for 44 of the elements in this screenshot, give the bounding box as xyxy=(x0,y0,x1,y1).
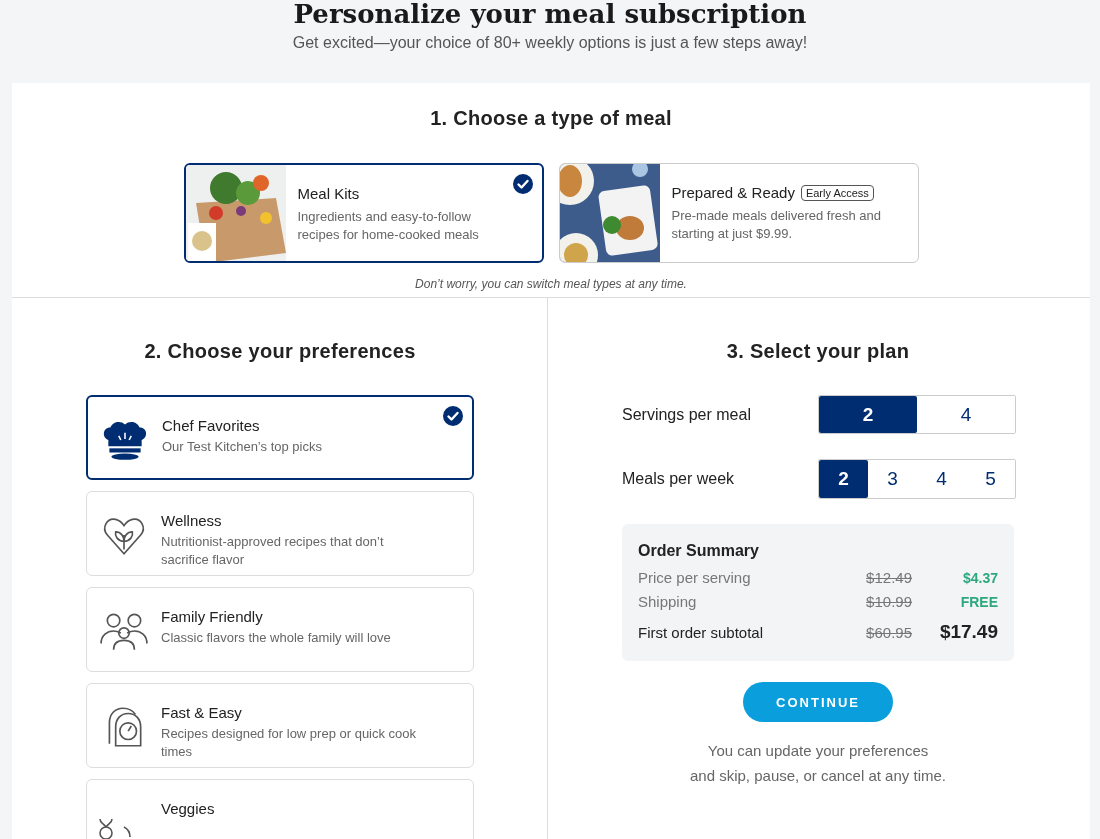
meal-type-name: Meal Kits xyxy=(297,185,360,202)
preference-description: Classic flavors the whole family will love xyxy=(161,629,392,647)
summary-label: Price per serving xyxy=(638,568,752,588)
preference-card[interactable]: Family Friendly Classic flavors the whole family will love xyxy=(86,587,474,672)
preference-name: Wellness xyxy=(161,512,223,529)
preference-description: Nutritionist-approved recipes that don’t sacrifice flavor xyxy=(161,533,385,569)
summary-label: First order subtotal xyxy=(638,623,765,643)
section-title: 1. Choose a type of meal xyxy=(429,107,673,130)
price: $4.37 xyxy=(961,569,998,588)
old-price: $10.99 xyxy=(865,592,912,612)
preference-description: Our Test Kitchen’s top picks xyxy=(162,438,323,456)
page-subtitle: Get excited—your choice of 80+ weekly options is just a few steps away! xyxy=(291,34,809,52)
old-price: $60.95 xyxy=(865,623,912,643)
footnote-line: You can update your preferences xyxy=(706,741,930,761)
preference-name: Family Friendly xyxy=(161,608,264,625)
meal-type-description: Ingredients and easy-to-follow recipes for home-cooked meals xyxy=(297,208,480,244)
switch-note: Don’t worry, you can switch meal types at any time. xyxy=(414,277,688,291)
summary-title: Order Summary xyxy=(638,542,760,560)
meal-type-card[interactable]: Prepared & Ready Early Access Pre-made meals delivered fresh and starting at just $9.99. xyxy=(558,163,919,263)
preference-name: Chef Favorites xyxy=(162,417,261,434)
section-title: 2. Choose your preferences xyxy=(143,340,417,363)
price: FREE xyxy=(959,593,998,612)
meal-type-name: Prepared & Ready xyxy=(671,184,795,201)
price: $17.49 xyxy=(938,620,998,644)
early-access-badge: Early Access xyxy=(800,184,874,201)
meal-type-description: Pre-made meals delivered fresh and starting at just $9.99. xyxy=(671,207,883,243)
preference-card[interactable]: Chef Favorites Our Test Kitchen’s top picks xyxy=(86,395,474,480)
summary-label: Shipping xyxy=(638,592,698,612)
meals-option[interactable]: 2 xyxy=(819,460,868,498)
page-title: Personalize your meal subscription xyxy=(292,0,808,28)
servings-label: Servings per meal xyxy=(622,405,751,424)
preference-name: Veggies xyxy=(161,800,215,817)
preference-card[interactable]: Veggies xyxy=(86,779,474,839)
section-title: 3. Select your plan xyxy=(725,340,911,363)
preference-card[interactable]: Wellness Nutritionist-approved recipes that don’t sacrifice flavor xyxy=(86,491,474,576)
vegetable-icon xyxy=(99,818,132,839)
meals-label: Meals per week xyxy=(622,470,735,488)
footnote-line: and skip, pause, or cancel at any time. xyxy=(689,766,947,786)
servings-option[interactable]: 2 xyxy=(819,396,917,433)
preference-description: Recipes designed for low prep or quick cook times xyxy=(161,725,418,761)
preference-name: Fast & Easy xyxy=(161,704,243,721)
preference-card[interactable]: Fast & Easy Recipes designed for low prep or quick cook times xyxy=(86,683,474,768)
meal-type-card[interactable]: Meal Kits Ingredients and easy-to-follow recipes for home-cooked meals xyxy=(183,163,544,263)
old-price: $12.49 xyxy=(865,568,912,588)
